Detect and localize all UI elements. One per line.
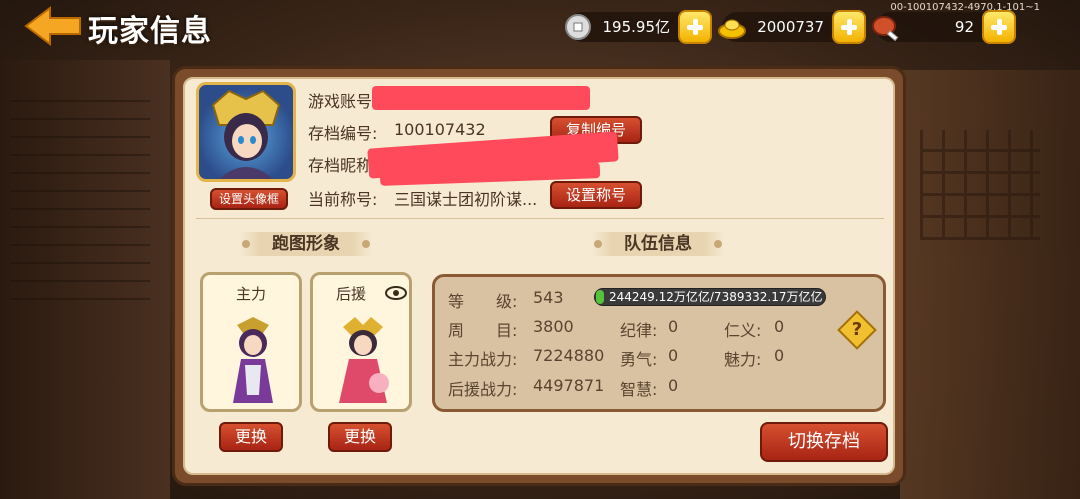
round-value: 3800 [533, 317, 574, 336]
back-arrow-icon[interactable] [24, 6, 84, 46]
save-id-label: 存档编号: [308, 124, 378, 143]
add-gold-button[interactable] [832, 10, 866, 44]
gold-resource: 2000737 [718, 10, 866, 44]
meat-stamina-icon [872, 16, 899, 42]
eye-icon[interactable] [385, 285, 407, 301]
support-character-slot[interactable]: 后援 [310, 272, 412, 412]
courage-label: 勇气: [620, 350, 658, 369]
set-title-button[interactable]: 设置称号 [550, 181, 642, 209]
discipline-label: 纪律: [620, 321, 658, 340]
silver-resource: 195.95亿 [565, 10, 712, 44]
gold-ingot-icon [718, 19, 746, 39]
team-section-header: 队伍信息 [592, 232, 724, 256]
courage-value: 0 [668, 346, 679, 365]
silver-coin-icon [565, 14, 591, 40]
level-value: 543 [533, 288, 564, 307]
level-label: 等 级: [448, 292, 518, 311]
redacted-account [372, 86, 590, 110]
main-character-sprite [233, 317, 273, 403]
experience-text: 244249.12万亿亿/7389332.17万亿亿 [609, 290, 823, 304]
section-divider [196, 218, 884, 219]
support-power-label: 后援战力: [448, 380, 518, 399]
add-stamina-button[interactable] [982, 10, 1016, 44]
background-wall [900, 70, 1080, 499]
silver-value: 195.95亿 [602, 18, 671, 36]
benevolence-label: 仁义: [724, 321, 762, 340]
current-title-value: 三国谋士团初阶谋... [394, 190, 538, 209]
charm-label: 魅力: [724, 350, 762, 369]
player-avatar[interactable] [196, 82, 296, 182]
background-left [0, 60, 170, 499]
page-title: 玩家信息 [88, 14, 212, 49]
round-label: 周 目: [448, 321, 518, 340]
add-silver-button[interactable] [678, 10, 712, 44]
experience-bar: 244249.12万亿亿/7389332.17万亿亿 [594, 288, 826, 306]
switch-save-button[interactable]: 切换存档 [760, 422, 888, 462]
support-power-value: 4497871 [533, 376, 605, 395]
main-character-slot[interactable]: 主力 [200, 272, 302, 412]
gold-value: 2000737 [757, 18, 824, 36]
change-main-button[interactable]: 更换 [219, 422, 283, 452]
support-slot-label: 后援 [335, 285, 366, 303]
wisdom-value: 0 [668, 376, 679, 395]
discipline-value: 0 [668, 317, 679, 336]
experience-fill [596, 290, 604, 304]
account-label: 游戏账号 [308, 92, 373, 111]
main-slot-label: 主力 [235, 285, 266, 303]
charm-value: 0 [774, 346, 785, 365]
wisdom-label: 智慧: [620, 380, 658, 399]
support-character-sprite [339, 317, 389, 403]
stamina-resource: 92 [872, 10, 1016, 44]
main-power-label: 主力战力: [448, 350, 518, 369]
stamina-value: 92 [954, 18, 974, 36]
main-power-value: 7224880 [533, 346, 605, 365]
title-label: 当前称号: [308, 190, 378, 209]
avatar-portrait-icon [211, 89, 281, 179]
save-id-value: 100107432 [394, 120, 486, 139]
set-avatar-frame-button[interactable]: 设置头像框 [210, 188, 288, 210]
nickname-label: 存档昵称 [308, 156, 373, 175]
benevolence-value: 0 [774, 317, 785, 336]
change-support-button[interactable]: 更换 [328, 422, 392, 452]
appearance-section-header: 跑图形象 [240, 232, 372, 256]
